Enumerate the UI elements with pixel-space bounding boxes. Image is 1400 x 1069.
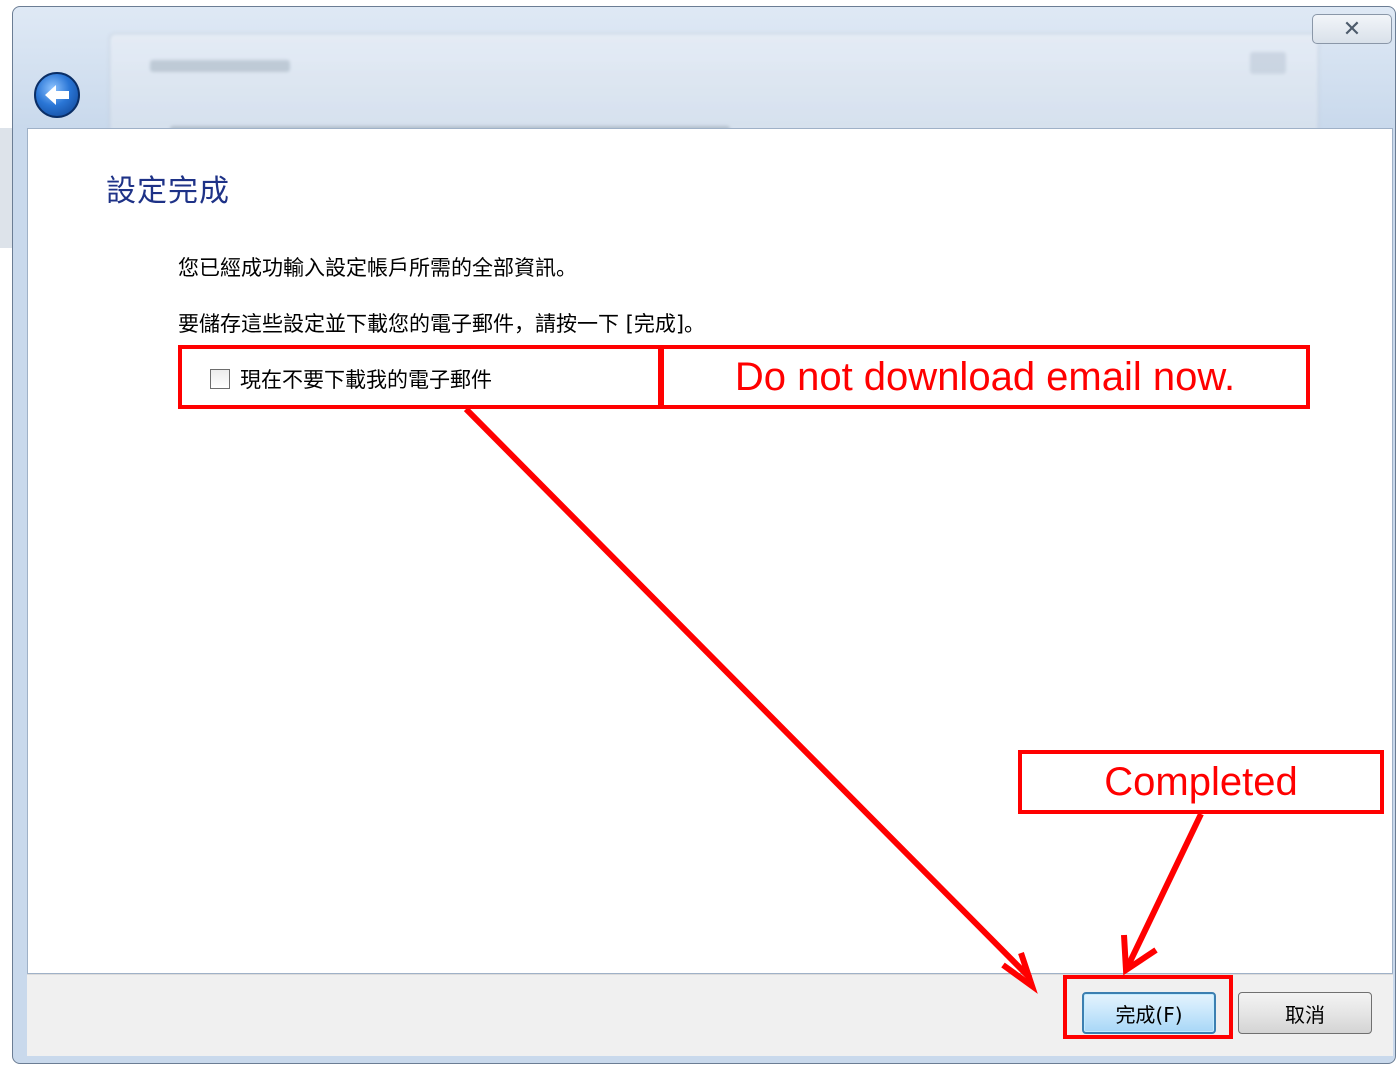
info-text-instruction: 要儲存這些設定並下載您的電子郵件，請按一下 [完成]。 [178,312,706,336]
page-title: 設定完成 [106,174,230,209]
back-button[interactable] [34,72,80,118]
back-arrow-icon [45,85,69,105]
annotation-note-finish-text: Completed [1104,759,1298,804]
info-text-complete: 您已經成功輸入設定帳戶所需的全部資訊。 [178,256,577,280]
annotation-note-finish: Completed [1018,750,1384,814]
annotation-note-checkbox-text: Do not download email now. [734,354,1236,399]
close-icon: ✕ [1342,16,1362,42]
annotation-box-checkbox [178,345,662,409]
cancel-button[interactable]: 取消 [1238,992,1372,1034]
cancel-button-label: 取消 [1285,1002,1325,1027]
annotation-note-checkbox: Do not download email now. [660,345,1310,409]
annotation-box-finish [1063,975,1233,1039]
close-button[interactable]: ✕ [1312,14,1392,44]
